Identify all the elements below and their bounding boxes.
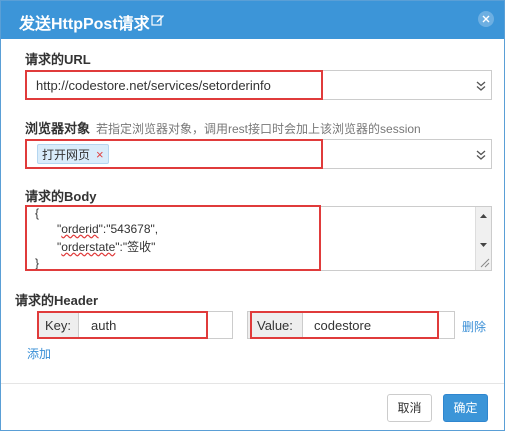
body-line-3: "orderstate":"签收" [57, 240, 156, 254]
delete-header-link[interactable]: 删除 [462, 318, 486, 335]
resize-grip-icon [480, 258, 490, 268]
chevron-double-down-icon[interactable] [475, 149, 487, 161]
cancel-button[interactable]: 取消 [387, 394, 432, 422]
url-value: http://codestore.net/services/setorderin… [36, 78, 271, 93]
add-header-link[interactable]: 添加 [27, 345, 51, 362]
header-key-addon: Key: [38, 312, 79, 338]
body-label: 请求的Body [25, 189, 97, 204]
header-key-field[interactable]: Key: auth [37, 311, 233, 339]
browser-tag: 打开网页 × [37, 144, 109, 164]
browser-tag-label: 打开网页 [42, 148, 91, 162]
body-line-1: { [35, 206, 40, 220]
url-label: 请求的URL [25, 52, 91, 67]
body-key-orderstate: orderstate [61, 240, 116, 254]
tag-remove-icon[interactable]: × [96, 147, 104, 162]
browser-label: 浏览器对象 若指定浏览器对象，调用rest接口时会加上该浏览器的session [25, 118, 421, 137]
dialog-titlebar: 发送HttpPost请求 [1, 1, 504, 39]
dialog: 发送HttpPost请求 请求的URL http://codestore.net… [0, 0, 505, 431]
browser-hint: 若指定浏览器对象，调用rest接口时会加上该浏览器的session [96, 122, 421, 136]
body-key-orderid: orderid [61, 222, 99, 236]
chevron-double-down-icon[interactable] [475, 80, 487, 92]
header-value-label: Value: [257, 318, 293, 333]
header-value-field[interactable]: Value: codestore [247, 311, 455, 339]
scroll-up-icon [480, 214, 487, 218]
body-line-4: } [35, 256, 40, 270]
close-icon[interactable] [478, 11, 494, 27]
edit-icon[interactable] [151, 13, 165, 27]
url-input[interactable]: http://codestore.net/services/setorderin… [25, 70, 492, 100]
header-label: 请求的Header [15, 293, 99, 308]
ok-button[interactable]: 确定 [443, 394, 488, 422]
header-value-value: codestore [314, 318, 372, 333]
footer-divider [1, 383, 504, 384]
body-scrollbar[interactable] [475, 207, 491, 270]
body-line-2: "orderid":"543678", [57, 222, 159, 236]
header-value-addon: Value: [248, 312, 303, 338]
dialog-title: 发送HttpPost请求 [19, 16, 150, 33]
header-key-label: Key: [45, 318, 72, 333]
scroll-down-icon [480, 243, 487, 247]
browser-label-text: 浏览器对象 [25, 121, 91, 136]
header-key-value: auth [91, 318, 117, 333]
